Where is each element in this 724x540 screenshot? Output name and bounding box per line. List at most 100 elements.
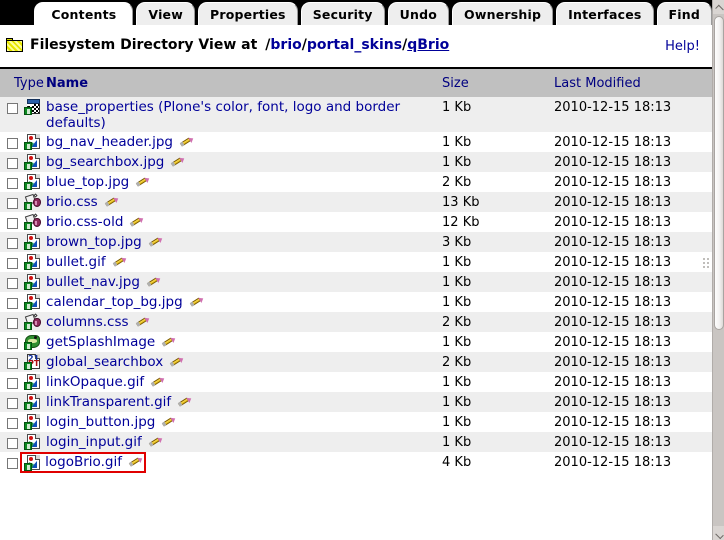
tab-properties[interactable]: Properties — [198, 2, 298, 25]
row-checkbox[interactable] — [6, 158, 18, 169]
chevron-up-icon[interactable] — [713, 0, 724, 14]
row-checkbox[interactable] — [6, 398, 18, 409]
file-link[interactable]: linkOpaque.gif — [46, 374, 144, 390]
row-checkbox[interactable] — [6, 238, 18, 249]
row-type-icon-cell — [24, 332, 46, 352]
tab-interfaces[interactable]: Interfaces — [556, 2, 654, 25]
row-checkbox-cell — [0, 192, 24, 212]
row-checkbox[interactable] — [6, 218, 18, 229]
file-link[interactable]: bullet.gif — [46, 254, 106, 270]
column-header-type[interactable]: Type — [0, 69, 47, 97]
row-checkbox[interactable] — [6, 198, 18, 209]
image-icon — [24, 394, 41, 410]
row-size: 1 Kb — [442, 100, 472, 115]
edit-pencil-icon[interactable] — [189, 296, 202, 307]
row-checkbox[interactable] — [6, 378, 18, 389]
row-checkbox[interactable] — [6, 358, 18, 369]
vertical-scrollbar[interactable] — [712, 0, 724, 540]
column-header-size[interactable]: Size — [440, 69, 553, 97]
edit-pencil-icon[interactable] — [161, 416, 174, 427]
tab-find[interactable]: Find — [656, 2, 712, 25]
row-name-cell: linkOpaque.gif — [46, 372, 440, 392]
edit-pencil-icon[interactable] — [146, 276, 159, 287]
row-checkbox[interactable] — [6, 338, 18, 349]
css-icon — [24, 213, 41, 230]
css-icon — [24, 313, 41, 330]
file-link[interactable]: base_properties (Plone's color, font, lo… — [46, 99, 400, 131]
page-title: Filesystem Directory View at /brio/porta… — [6, 37, 449, 53]
file-link[interactable]: brown_top.jpg — [46, 234, 142, 250]
edit-pencil-icon[interactable] — [104, 196, 117, 207]
tab-view[interactable]: View — [136, 2, 195, 25]
scrollbar-thumb[interactable] — [714, 16, 724, 330]
edit-pencil-icon[interactable] — [179, 136, 192, 147]
tab-ownership[interactable]: Ownership — [452, 2, 554, 25]
row-checkbox[interactable] — [6, 418, 18, 429]
edit-pencil-icon[interactable] — [148, 236, 161, 247]
row-checkbox[interactable] — [6, 458, 18, 469]
edit-pencil-icon[interactable] — [170, 156, 183, 167]
table-row: columns.css 2 Kb 2010-12-15 18:13 — [0, 312, 712, 332]
breadcrumb-link-brio[interactable]: brio — [270, 37, 301, 53]
breadcrumb-link-qBrio[interactable]: qBrio — [407, 37, 449, 53]
row-checkbox[interactable] — [6, 138, 18, 149]
file-link[interactable]: login_input.gif — [46, 434, 142, 450]
row-modified: 2010-12-15 18:13 — [554, 175, 672, 190]
file-link[interactable]: blue_top.jpg — [46, 174, 129, 190]
row-checkbox[interactable] — [6, 438, 18, 449]
table-header: Type Name Size Last Modified — [0, 69, 712, 97]
tab-contents[interactable]: Contents — [34, 2, 134, 25]
row-size: 1 Kb — [442, 415, 472, 430]
row-checkbox[interactable] — [6, 178, 18, 189]
row-type-icon-cell — [24, 412, 46, 432]
help-link[interactable]: Help! — [665, 39, 700, 54]
script-icon — [24, 334, 41, 350]
row-checkbox[interactable] — [6, 278, 18, 289]
edit-pencil-icon[interactable] — [128, 456, 141, 467]
template-icon: 21 PT — [24, 354, 41, 370]
edit-pencil-icon[interactable] — [135, 176, 148, 187]
file-link[interactable]: bullet_nav.jpg — [46, 274, 140, 290]
edit-pencil-icon[interactable] — [135, 316, 148, 327]
file-link[interactable]: logoBrio.gif — [45, 454, 122, 470]
file-link[interactable]: bg_searchbox.jpg — [46, 154, 164, 170]
row-checkbox[interactable] — [6, 318, 18, 329]
column-header-modified[interactable]: Last Modified — [552, 69, 712, 97]
edit-pencil-icon[interactable] — [129, 216, 142, 227]
tab-security[interactable]: Security — [300, 2, 385, 25]
row-name-cell: linkTransparent.gif — [46, 392, 440, 412]
row-type-icon-cell: 21 PT — [24, 352, 46, 372]
edit-pencil-icon[interactable] — [161, 336, 174, 347]
edit-pencil-icon[interactable] — [148, 436, 161, 447]
file-link[interactable]: calendar_top_bg.jpg — [46, 294, 183, 310]
file-link[interactable]: brio.css — [46, 194, 98, 210]
column-header-name[interactable]: Name — [46, 69, 441, 97]
row-checkbox[interactable] — [6, 298, 18, 309]
file-link[interactable]: getSplashImage — [46, 334, 155, 350]
row-size: 1 Kb — [442, 375, 472, 390]
edit-pencil-icon[interactable] — [112, 256, 125, 267]
row-checkbox-cell — [0, 132, 24, 152]
row-checkbox[interactable] — [6, 258, 18, 269]
file-link[interactable]: global_searchbox — [46, 354, 163, 370]
file-link[interactable]: login_button.jpg — [46, 414, 155, 430]
row-checkbox-cell — [0, 152, 24, 172]
row-type-icon-cell — [24, 212, 46, 232]
file-link[interactable]: columns.css — [46, 314, 129, 330]
row-name-cell: columns.css — [46, 312, 440, 332]
resize-grip — [703, 258, 709, 268]
row-modified: 2010-12-15 18:13 — [554, 435, 672, 450]
file-link[interactable]: bg_nav_header.jpg — [46, 134, 173, 150]
chevron-down-icon[interactable] — [713, 526, 724, 540]
file-link[interactable]: brio.css-old — [46, 214, 123, 230]
props-icon — [24, 99, 41, 115]
breadcrumb-link-portal_skins[interactable]: portal_skins — [307, 37, 402, 53]
edit-pencil-icon[interactable] — [150, 376, 163, 387]
edit-pencil-icon[interactable] — [177, 396, 190, 407]
row-size: 1 Kb — [442, 295, 472, 310]
edit-pencil-icon[interactable] — [169, 356, 182, 367]
row-checkbox[interactable] — [6, 103, 18, 114]
row-checkbox-cell — [0, 212, 24, 232]
tab-undo[interactable]: Undo — [387, 2, 450, 25]
file-link[interactable]: linkTransparent.gif — [46, 394, 171, 410]
